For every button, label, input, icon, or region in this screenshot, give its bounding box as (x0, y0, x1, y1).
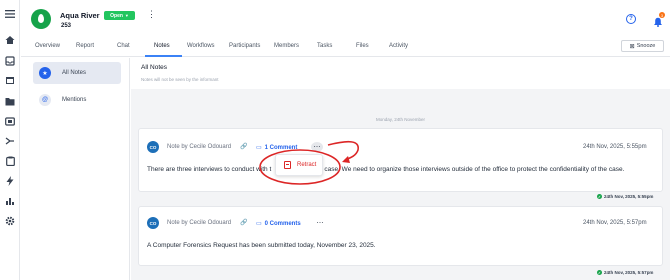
comments-button[interactable]: ▭ 0 Comments (256, 220, 301, 228)
case-title: Aqua River (60, 11, 100, 20)
folder-icon[interactable] (4, 95, 16, 107)
snooze-icon: ⊠ (629, 43, 635, 50)
side-item-all-notes[interactable]: ★ All Notes (33, 62, 121, 84)
notification-badge: 3 (659, 12, 665, 18)
page-title: All Notes (141, 64, 168, 71)
status-dropdown[interactable]: Open ▼ (104, 11, 135, 20)
tab-notes[interactable]: Notes (154, 43, 170, 49)
note-author: Note by Cecile Odouard (167, 144, 232, 150)
side-item-mentions[interactable]: @ Mentions (33, 89, 121, 111)
check-icon: ✓ (597, 194, 602, 199)
inbox-icon[interactable] (4, 55, 16, 67)
at-sign-icon: @ (39, 94, 51, 106)
day-separator: Monday, 24th November (376, 117, 425, 122)
note-body: A Computer Forensics Request has been su… (147, 242, 376, 249)
tab-report[interactable]: Report (76, 43, 94, 49)
comment-icon: ▭ (256, 221, 262, 227)
retract-label: Retract (297, 162, 317, 168)
note-card: CO Note by Cecile Odouard 🔗 ▭ 1 Comment … (138, 128, 663, 192)
avatar: CO (147, 217, 159, 229)
side-item-label: Mentions (62, 97, 87, 103)
comments-button[interactable]: ▭ 1 Comment (256, 144, 298, 152)
clipboard-icon[interactable] (4, 155, 16, 167)
receipt-time: 24th Nov, 2025, 5:57pm (604, 270, 654, 275)
avatar: CO (147, 141, 159, 153)
note-body: There are three interviews to conduct wi… (147, 166, 624, 173)
check-icon: ✓ (597, 270, 602, 275)
tab-participants[interactable]: Participants (229, 43, 260, 49)
workflow-icon[interactable] (4, 135, 16, 147)
media-icon[interactable] (4, 115, 16, 127)
note-body-right: s case. We need to organize those interv… (319, 166, 625, 173)
read-receipt: ✓ 24th Nov, 2025, 5:57pm (597, 270, 653, 275)
note-timestamp: 24th Nov, 2025, 5:57pm (583, 220, 647, 226)
star-icon: ★ (39, 67, 51, 79)
note-author: Note by Cecile Odouard (167, 220, 232, 226)
home-icon[interactable] (4, 34, 16, 46)
tab-activity[interactable]: Activity (389, 43, 408, 49)
tab-members[interactable]: Members (274, 43, 299, 49)
tab-chat[interactable]: Chat (117, 43, 130, 49)
link-icon[interactable]: 🔗 (240, 219, 247, 226)
case-tabs: Overview Report Chat Notes Workflows Par… (21, 37, 670, 57)
note-timestamp: 24th Nov, 2025, 5:55pm (583, 144, 647, 150)
page-subtitle: Notes will not be seen by the informant (141, 77, 219, 82)
chart-icon[interactable] (4, 195, 16, 207)
left-rail (0, 0, 20, 280)
chevron-down-icon: ▼ (124, 13, 129, 18)
help-icon[interactable]: ? (626, 14, 636, 24)
note-body-left: There are three interviews to conduct wi… (147, 166, 272, 173)
settings-icon[interactable] (4, 215, 16, 227)
tab-overview[interactable]: Overview (35, 43, 60, 49)
case-header: Aqua River 253 Open ▼ ⋮ ? 3 (21, 0, 670, 37)
status-label: Open (110, 12, 123, 19)
calendar-icon[interactable] (4, 74, 16, 86)
bolt-icon[interactable] (4, 175, 16, 187)
retract-icon (284, 161, 291, 169)
note-actions-menu: Retract (275, 154, 323, 176)
water-drop-logo-icon (31, 9, 51, 29)
read-receipt: ✓ 24th Nov, 2025, 5:55pm (597, 194, 653, 199)
note-more-button[interactable]: ⋯ (314, 218, 326, 228)
comment-icon: ▭ (256, 145, 262, 151)
case-number: 253 (61, 23, 72, 29)
note-more-button[interactable]: ⋯ (311, 142, 323, 152)
notes-header: All Notes Notes will not be seen by the … (131, 58, 670, 89)
active-tab-indicator (145, 55, 182, 57)
snooze-label: Snooze (636, 43, 656, 49)
menu-icon[interactable] (4, 8, 16, 20)
tab-files[interactable]: Files (356, 43, 369, 49)
comments-count: 0 Comments (264, 220, 301, 227)
receipt-time: 24th Nov, 2025, 5:55pm (604, 194, 654, 199)
header-more-button[interactable]: ⋮ (147, 9, 156, 20)
notes-main: All Notes Notes will not be seen by the … (131, 58, 670, 280)
tab-tasks[interactable]: Tasks (317, 43, 332, 49)
tab-workflows[interactable]: Workflows (187, 43, 215, 49)
retract-menu-item[interactable]: Retract (284, 161, 316, 169)
comments-count: 1 Comment (264, 144, 298, 151)
note-card: CO Note by Cecile Odouard 🔗 ▭ 0 Comments… (138, 206, 663, 266)
notes-side-menu: ★ All Notes @ Mentions (21, 58, 130, 280)
snooze-button[interactable]: ⊠ Snooze (621, 40, 664, 52)
side-item-label: All Notes (62, 70, 87, 76)
link-icon[interactable]: 🔗 (240, 143, 247, 150)
